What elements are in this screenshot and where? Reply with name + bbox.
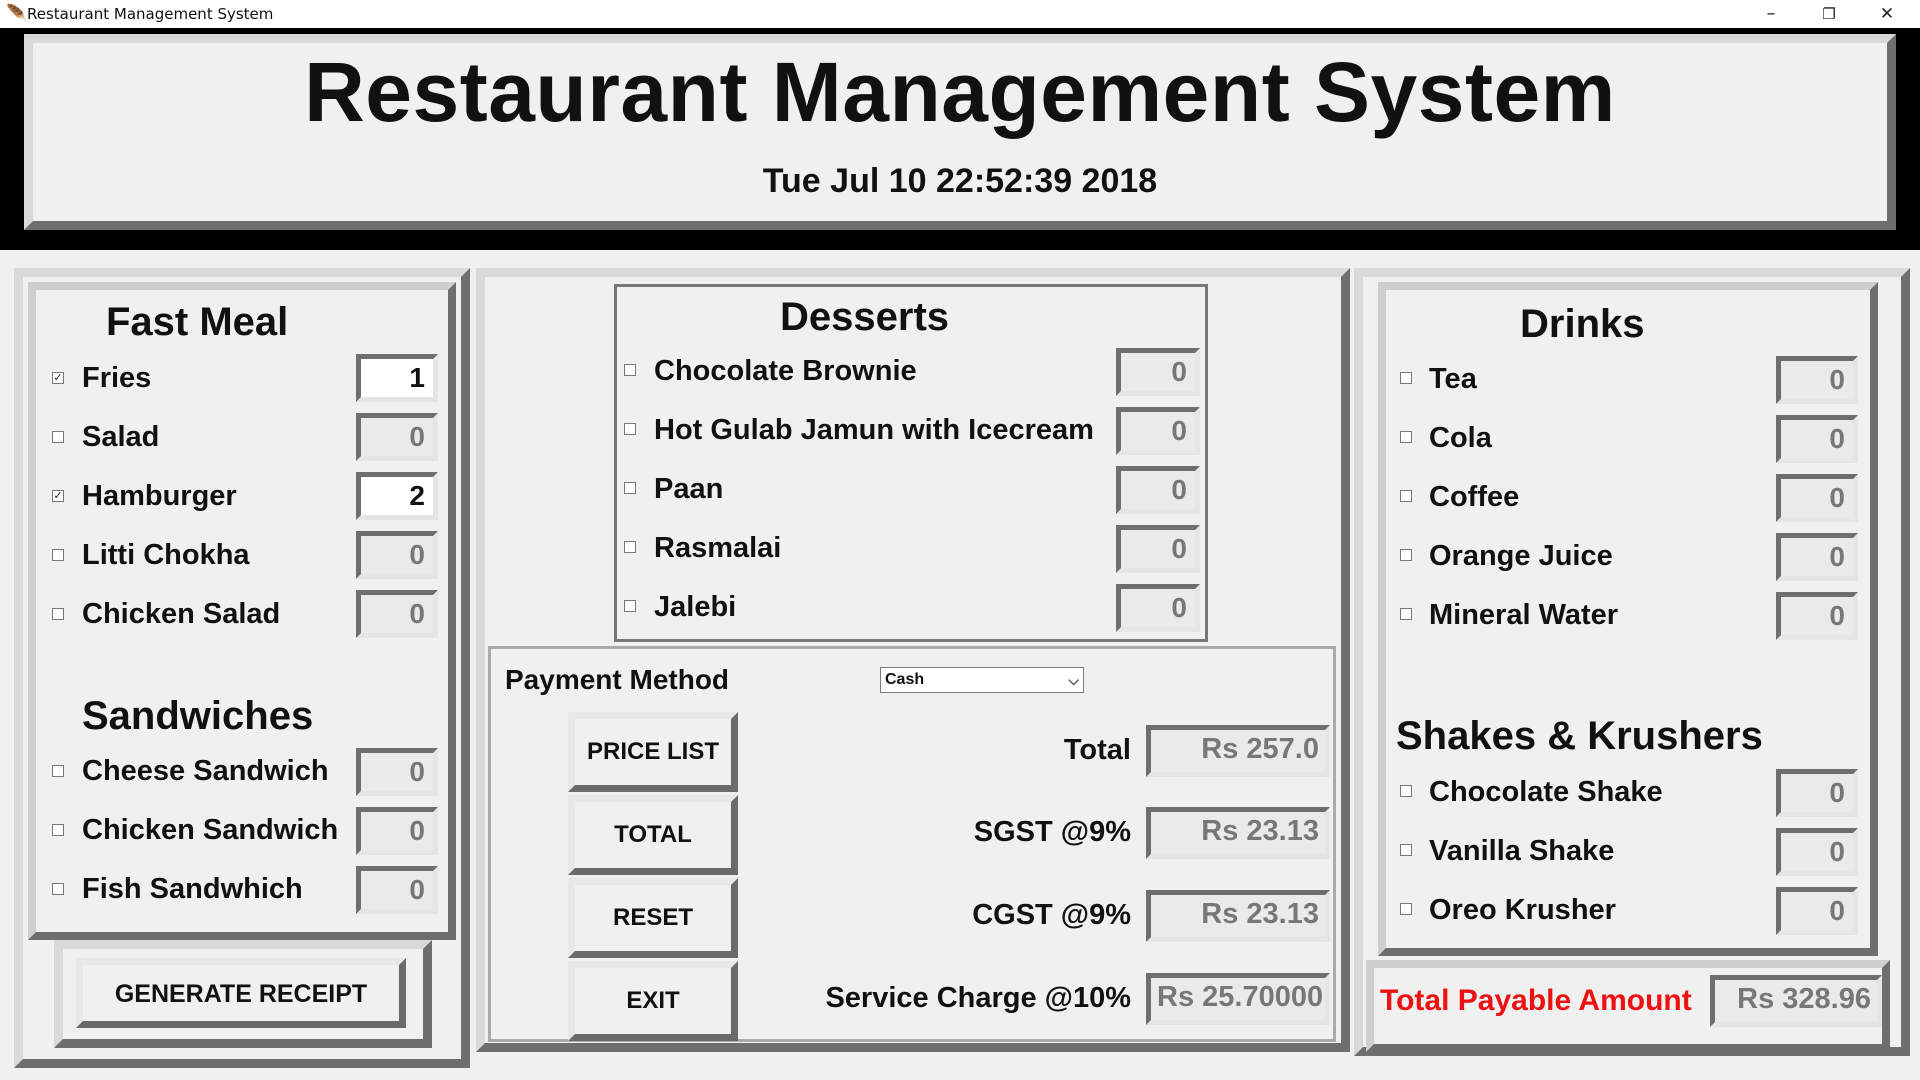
mineral-water-label: Mineral Water: [1429, 599, 1619, 631]
cgst-label: CGST @9%: [972, 899, 1131, 931]
chocolate-brownie-checkbox[interactable]: [624, 364, 636, 376]
minimize-button[interactable]: –: [1742, 0, 1800, 28]
oreo-krusher-checkbox[interactable]: [1400, 903, 1412, 915]
fast-meal-heading: Fast Meal: [106, 300, 289, 344]
gulab-jamun-checkbox[interactable]: [624, 423, 636, 435]
salad-label: Salad: [82, 421, 160, 453]
app-feather-icon: 🪶: [6, 4, 28, 23]
reset-button[interactable]: RESET: [568, 878, 738, 958]
payment-method-value: Cash: [885, 671, 925, 688]
chicken-sandwich-checkbox[interactable]: [52, 824, 64, 836]
fish-sandwich-checkbox[interactable]: [52, 883, 64, 895]
cola-checkbox[interactable]: [1400, 431, 1412, 443]
service-charge-value-field[interactable]: Rs 25.70000: [1146, 973, 1330, 1025]
page-title: Restaurant Management System: [304, 45, 1616, 139]
cola-label: Cola: [1429, 422, 1492, 454]
mineral-water-qty-input[interactable]: 0: [1776, 592, 1858, 640]
chicken-sandwich-qty-input[interactable]: 0: [356, 807, 438, 855]
fish-sandwich-label: Fish Sandwhich: [82, 873, 303, 905]
vanilla-shake-checkbox[interactable]: [1400, 844, 1412, 856]
exit-button[interactable]: EXIT: [568, 961, 738, 1041]
chevron-down-icon: ⌵: [1068, 672, 1079, 688]
total-value-field[interactable]: Rs 257.0: [1146, 725, 1330, 777]
cgst-value-field[interactable]: Rs 23.13: [1146, 890, 1330, 942]
chocolate-shake-label: Chocolate Shake: [1429, 776, 1663, 808]
hamburger-checkbox[interactable]: ✓: [52, 490, 64, 502]
oreo-krusher-label: Oreo Krusher: [1429, 894, 1616, 926]
generate-receipt-button[interactable]: GENERATE RECEIPT: [76, 958, 406, 1028]
chicken-sandwich-label: Chicken Sandwich: [82, 814, 339, 846]
sgst-value-field[interactable]: Rs 23.13: [1146, 807, 1330, 859]
fish-sandwich-qty-input[interactable]: 0: [356, 866, 438, 914]
orange-juice-qty-input[interactable]: 0: [1776, 533, 1858, 581]
cheese-sandwich-label: Cheese Sandwich: [82, 755, 329, 787]
litti-chokha-checkbox[interactable]: [52, 549, 64, 561]
cheese-sandwich-checkbox[interactable]: [52, 765, 64, 777]
paan-label: Paan: [654, 473, 724, 505]
salad-checkbox[interactable]: [52, 431, 64, 443]
fries-qty-input[interactable]: 1: [356, 354, 438, 402]
coffee-checkbox[interactable]: [1400, 490, 1412, 502]
close-button[interactable]: ✕: [1858, 0, 1916, 28]
cola-qty-input[interactable]: 0: [1776, 415, 1858, 463]
jalebi-qty-input[interactable]: 0: [1116, 584, 1200, 632]
oreo-krusher-qty-input[interactable]: 0: [1776, 887, 1858, 935]
service-charge-label: Service Charge @10%: [825, 982, 1131, 1014]
fries-checkbox[interactable]: ✓: [52, 372, 64, 384]
rasmalai-checkbox[interactable]: [624, 541, 636, 553]
orange-juice-label: Orange Juice: [1429, 540, 1613, 572]
window-title: Restaurant Management System: [27, 5, 274, 23]
fries-label: Fries: [82, 362, 152, 394]
chicken-salad-qty-input[interactable]: 0: [356, 590, 438, 638]
jalebi-label: Jalebi: [654, 591, 737, 623]
coffee-label: Coffee: [1429, 481, 1520, 513]
hamburger-qty-input[interactable]: 2: [356, 472, 438, 520]
datetime-label: Tue Jul 10 22:52:39 2018: [762, 162, 1158, 200]
coffee-qty-input[interactable]: 0: [1776, 474, 1858, 522]
window-titlebar: 🪶 Restaurant Management System – ❐ ✕: [0, 0, 1920, 28]
rasmalai-label: Rasmalai: [654, 532, 782, 564]
sandwiches-heading: Sandwiches: [82, 694, 314, 738]
hamburger-label: Hamburger: [82, 480, 237, 512]
chicken-salad-checkbox[interactable]: [52, 608, 64, 620]
orange-juice-checkbox[interactable]: [1400, 549, 1412, 561]
total-payable-value-field[interactable]: Rs 328.96: [1710, 975, 1882, 1027]
total-button[interactable]: TOTAL: [568, 795, 738, 875]
rasmalai-qty-input[interactable]: 0: [1116, 525, 1200, 573]
vanilla-shake-qty-input[interactable]: 0: [1776, 828, 1858, 876]
paan-qty-input[interactable]: 0: [1116, 466, 1200, 514]
price-list-button[interactable]: PRICE LIST: [568, 712, 738, 792]
chocolate-shake-checkbox[interactable]: [1400, 785, 1412, 797]
desserts-heading: Desserts: [780, 295, 950, 339]
jalebi-checkbox[interactable]: [624, 600, 636, 612]
chocolate-shake-qty-input[interactable]: 0: [1776, 769, 1858, 817]
gulab-jamun-label: Hot Gulab Jamun with Icecream: [654, 414, 1094, 446]
tea-checkbox[interactable]: [1400, 372, 1412, 384]
sgst-label: SGST @9%: [973, 816, 1131, 848]
chocolate-brownie-label: Chocolate Brownie: [654, 355, 917, 387]
tea-label: Tea: [1429, 363, 1477, 395]
gulab-jamun-qty-input[interactable]: 0: [1116, 407, 1200, 455]
payment-method-label: Payment Method: [505, 664, 730, 695]
shakes-heading: Shakes & Krushers: [1396, 714, 1763, 758]
litti-chokha-qty-input[interactable]: 0: [356, 531, 438, 579]
restore-button[interactable]: ❐: [1800, 0, 1858, 28]
total-payable-label: Total Payable Amount: [1380, 984, 1692, 1017]
tea-qty-input[interactable]: 0: [1776, 356, 1858, 404]
litti-chokha-label: Litti Chokha: [82, 539, 250, 571]
cheese-sandwich-qty-input[interactable]: 0: [356, 748, 438, 796]
mineral-water-checkbox[interactable]: [1400, 608, 1412, 620]
chicken-salad-label: Chicken Salad: [82, 598, 281, 630]
salad-qty-input[interactable]: 0: [356, 413, 438, 461]
total-label: Total: [1063, 734, 1131, 766]
drinks-heading: Drinks: [1520, 302, 1645, 346]
paan-checkbox[interactable]: [624, 482, 636, 494]
chocolate-brownie-qty-input[interactable]: 0: [1116, 348, 1200, 396]
payment-method-select[interactable]: Cash ⌵: [880, 667, 1084, 693]
vanilla-shake-label: Vanilla Shake: [1429, 835, 1615, 867]
